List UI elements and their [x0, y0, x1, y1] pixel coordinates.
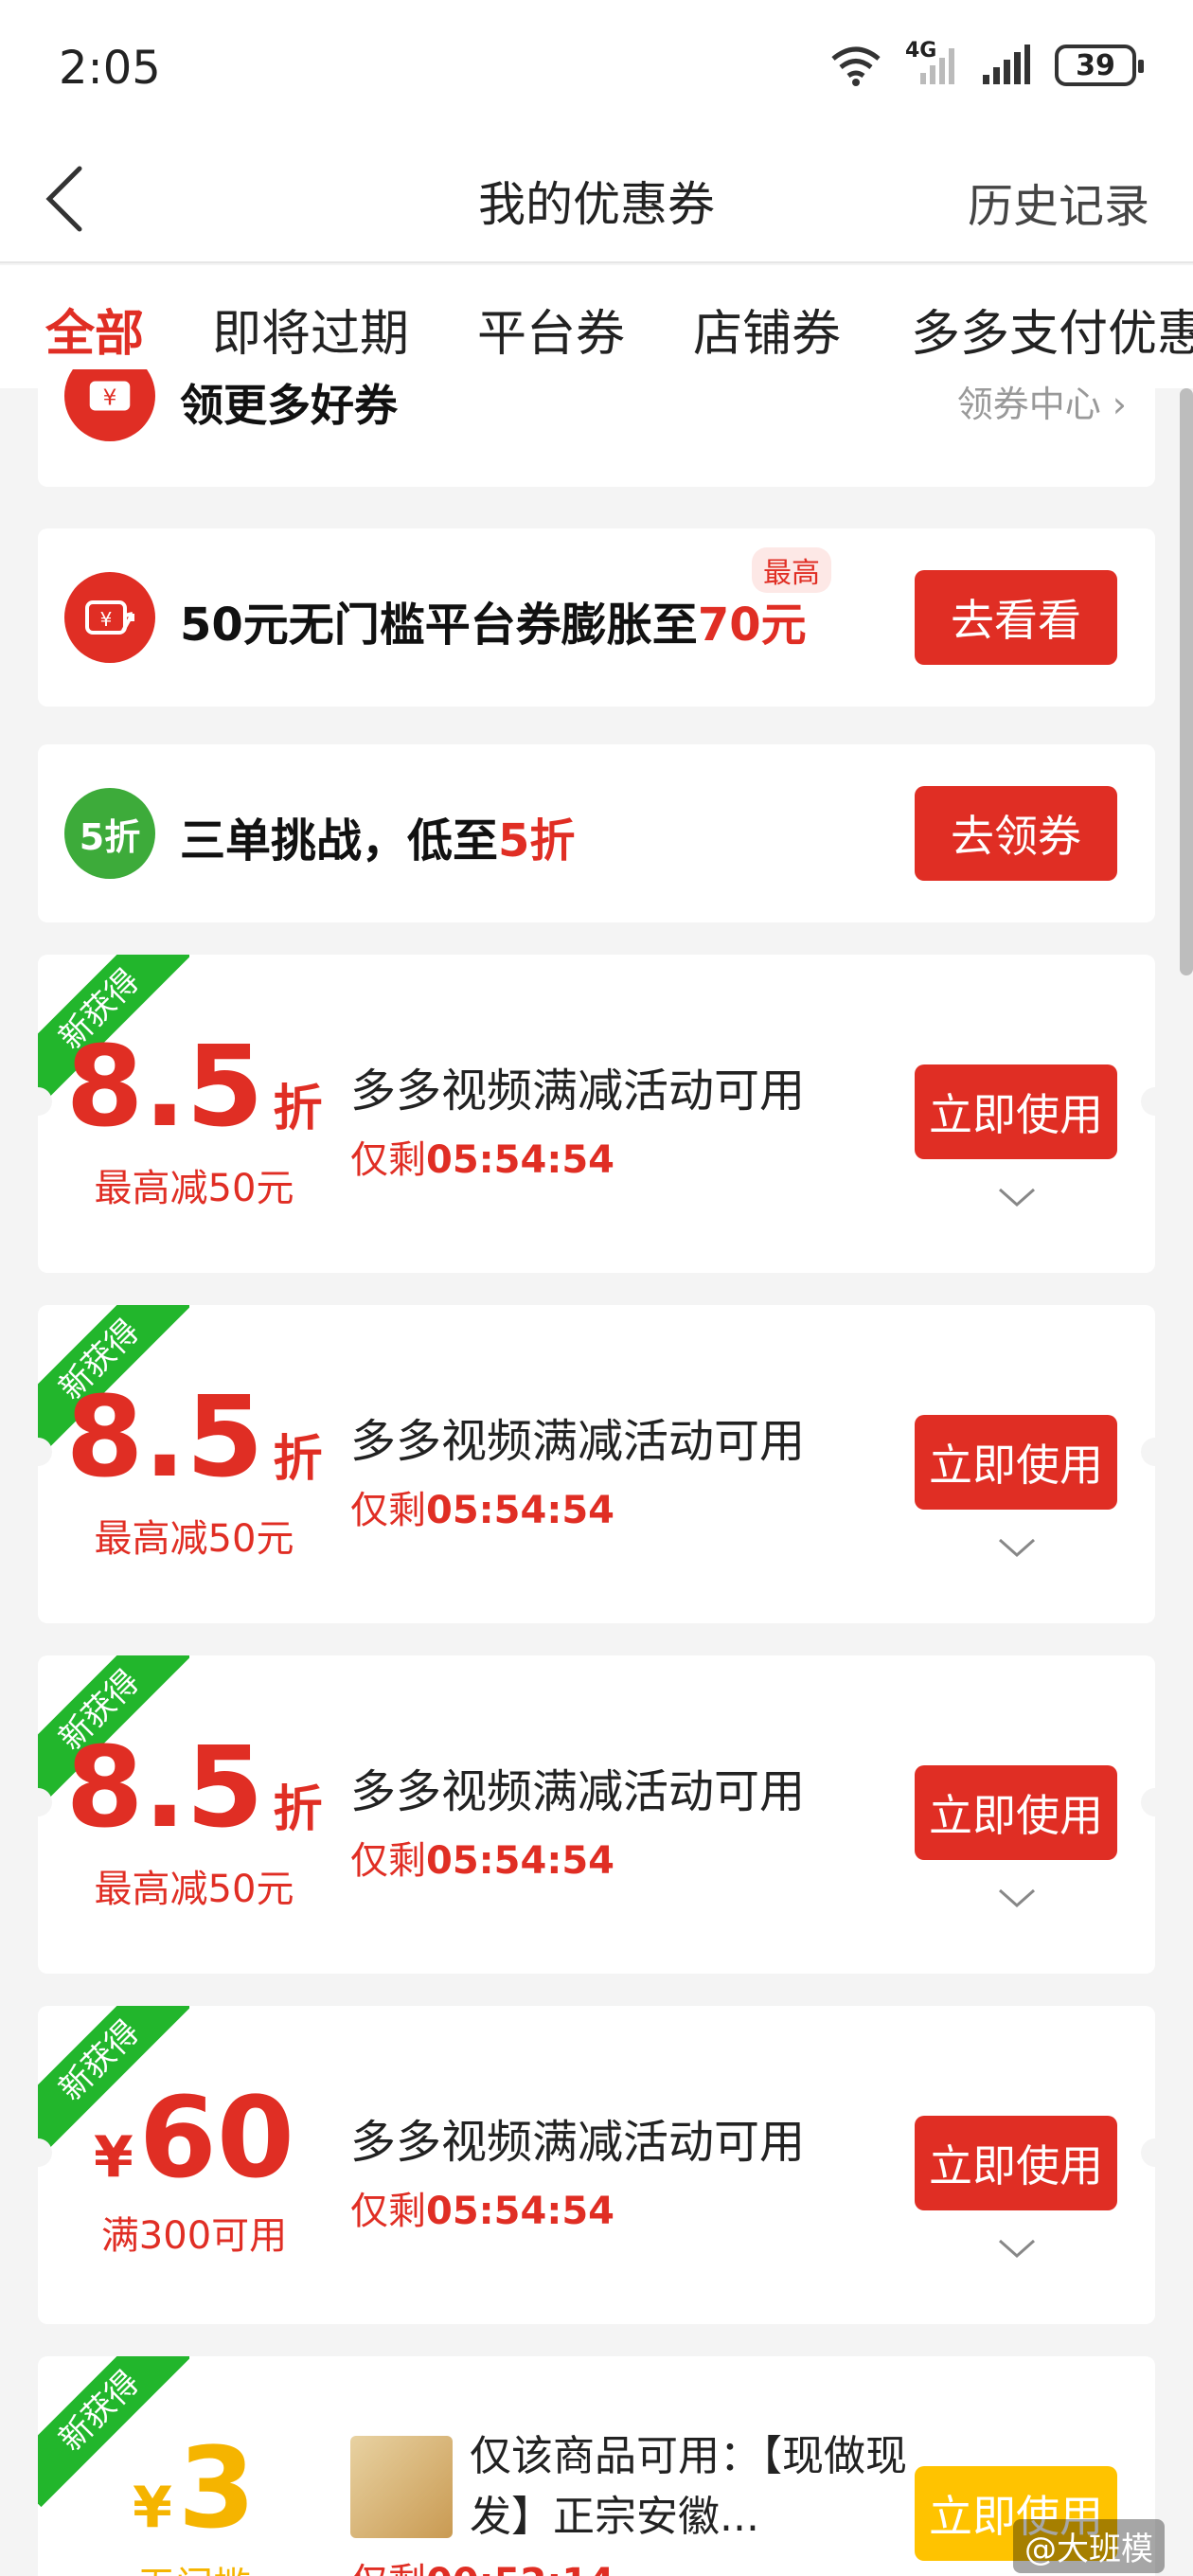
tab-shop[interactable]: 店铺券: [693, 294, 841, 365]
coupon-condition: 无门槛: [38, 2555, 350, 2576]
coupon-notch: [1141, 2138, 1155, 2167]
amount-value: 8.5: [65, 1722, 264, 1852]
coupon-description: 多多视频满减活动可用: [350, 1765, 806, 1818]
promo-text: 50元无门槛平台券膨胀至70元: [180, 587, 807, 653]
coupon-notch: [1141, 1788, 1155, 1816]
promo-card-challenge[interactable]: 5折 三单挑战，低至5折 去领券: [38, 744, 1155, 922]
coupon-description: 仅该商品可用：【现做现发】正宗安徽...: [470, 2432, 907, 2541]
promo-text: 三单挑战，低至5折: [180, 803, 575, 869]
amount-value: 8.5: [65, 1021, 264, 1152]
coupon-condition: 最高减50元: [94, 1167, 294, 1210]
network-type: 4G: [905, 39, 937, 63]
coupon-card-product[interactable]: 新获得 ¥3 无门槛 仅该商品可用：【现做现发】正宗安徽... 仅剩00:52:…: [38, 2356, 1155, 2576]
amount-value: 3: [177, 2423, 256, 2553]
chevron-right-icon: ›: [1112, 384, 1127, 425]
countdown-time: 00:52:14: [426, 2561, 614, 2576]
coupon-card[interactable]: 新获得 ¥60 满300可用 多多视频满减活动可用 仅剩05:54:54 立即使…: [38, 2006, 1155, 2324]
coupon-countdown: 仅剩05:54:54: [350, 1479, 614, 1534]
tab-platform[interactable]: 平台券: [477, 294, 625, 365]
status-bar: 2:05 4G 39: [0, 0, 1193, 133]
promo-text-highlight: 70元: [697, 599, 807, 652]
coupon-countdown: 仅剩05:54:54: [350, 1830, 614, 1885]
coupon-amount: 8.5 折: [38, 1722, 350, 1852]
promo-text-highlight: 5折: [498, 814, 576, 868]
coupon-center-label: 领券中心: [956, 384, 1101, 425]
countdown-time: 05:54:54: [426, 1138, 614, 1182]
promo-text-prefix: 50元无门槛平台券膨胀至: [180, 599, 698, 652]
wifi-icon: [831, 46, 881, 86]
coupon-condition: 最高减50元: [94, 1868, 294, 1911]
coupon-notch: [1141, 1087, 1155, 1116]
get-coupon-button[interactable]: 去领券: [915, 786, 1117, 881]
use-now-button[interactable]: 立即使用: [915, 2116, 1117, 2210]
coupon-card[interactable]: 新获得 8.5 折 最高减50元 多多视频满减活动可用 仅剩05:54:54 立即…: [38, 1655, 1155, 1974]
amount-unit: 折: [273, 1081, 323, 1137]
coupon-description: 多多视频满减活动可用: [350, 2116, 806, 2169]
top-bar: 我的优惠券 历史记录: [0, 133, 1193, 263]
svg-text:¥: ¥: [103, 385, 117, 411]
use-now-button[interactable]: 立即使用: [915, 1415, 1117, 1510]
coupon-amount: ¥60: [38, 2072, 350, 2203]
chevron-down-icon[interactable]: [998, 1186, 1036, 1208]
signal-icon: [983, 45, 1030, 84]
coupon-amount: ¥3: [38, 2423, 350, 2553]
coupon-description: 多多视频满减活动可用: [350, 1064, 806, 1118]
coupon-boost-icon: ¥: [64, 572, 155, 663]
coupon-countdown: 仅剩05:54:54: [350, 1129, 614, 1184]
countdown-time: 05:54:54: [426, 1839, 614, 1883]
promo-text: 领更多好券: [180, 380, 398, 431]
max-badge: 最高: [752, 547, 831, 593]
coupon-amount: 8.5 折: [38, 1371, 350, 1502]
countdown-time: 05:54:54: [426, 1489, 614, 1532]
coupon-condition: 最高减50元: [94, 1517, 294, 1561]
promo-card-expand[interactable]: ¥ 50元无门槛平台券膨胀至70元 最高 去看看: [38, 528, 1155, 707]
amount-unit: 折: [273, 1781, 323, 1838]
amount-value: 8.5: [65, 1371, 264, 1502]
coupon-description: 多多视频满减活动可用: [350, 1415, 806, 1468]
countdown-prefix: 仅剩: [350, 1138, 426, 1182]
currency-symbol: ¥: [94, 2124, 134, 2191]
history-link[interactable]: 历史记录: [968, 169, 1149, 235]
tab-duoduo-pay[interactable]: 多多支付优惠: [911, 294, 1193, 365]
mobile-signal-4g-icon: 4G: [905, 39, 956, 86]
coupon-countdown: 仅剩00:52:14: [350, 2551, 614, 2576]
svg-text:¥: ¥: [100, 608, 113, 631]
use-now-button[interactable]: 立即使用: [915, 1765, 1117, 1860]
promo-card-more-coupons[interactable]: ¥ 领更多好券 领券中心 ›: [38, 369, 1155, 487]
countdown-prefix: 仅剩: [350, 2190, 426, 2233]
coupon-icon: ¥: [64, 369, 155, 441]
promo-text-prefix: 三单挑战，低至: [180, 814, 499, 868]
amount-value: 60: [138, 2072, 294, 2203]
watermark: @大班模: [1013, 2519, 1165, 2573]
coupon-card[interactable]: 新获得 8.5 折 最高减50元 多多视频满减活动可用 仅剩05:54:54 立即…: [38, 955, 1155, 1273]
go-see-button[interactable]: 去看看: [915, 570, 1117, 665]
countdown-prefix: 仅剩: [350, 1839, 426, 1883]
amount-unit: 折: [273, 1431, 323, 1488]
coupon-condition: 满300可用: [100, 2214, 288, 2258]
status-time: 2:05: [59, 42, 161, 95]
coupon-countdown: 仅剩05:54:54: [350, 2180, 614, 2235]
tab-expiring[interactable]: 即将过期: [212, 294, 409, 365]
countdown-prefix: 仅剩: [350, 1489, 426, 1532]
battery-icon: 39: [1055, 45, 1144, 86]
coupon-card[interactable]: 新获得 8.5 折 最高减50元 多多视频满减活动可用 仅剩05:54:54 立即…: [38, 1305, 1155, 1623]
coupon-amount: 8.5 折: [38, 1021, 350, 1152]
chevron-down-icon[interactable]: [998, 1536, 1036, 1559]
chevron-down-icon[interactable]: [998, 1887, 1036, 1909]
coupon-notch: [1141, 1438, 1155, 1466]
status-icons: 4G 39: [829, 39, 1144, 87]
discount-50-icon: 5折: [64, 788, 155, 879]
tab-all[interactable]: 全部: [45, 294, 144, 365]
scrollbar[interactable]: [1180, 388, 1193, 975]
use-now-button[interactable]: 立即使用: [915, 1064, 1117, 1159]
coupon-center-link[interactable]: 领券中心 ›: [957, 375, 1127, 427]
countdown-time: 05:54:54: [426, 2190, 614, 2233]
product-thumbnail[interactable]: [350, 2436, 453, 2538]
countdown-prefix: 仅剩: [350, 2561, 426, 2576]
currency-symbol: ¥: [133, 2475, 172, 2541]
chevron-down-icon[interactable]: [998, 2237, 1036, 2260]
